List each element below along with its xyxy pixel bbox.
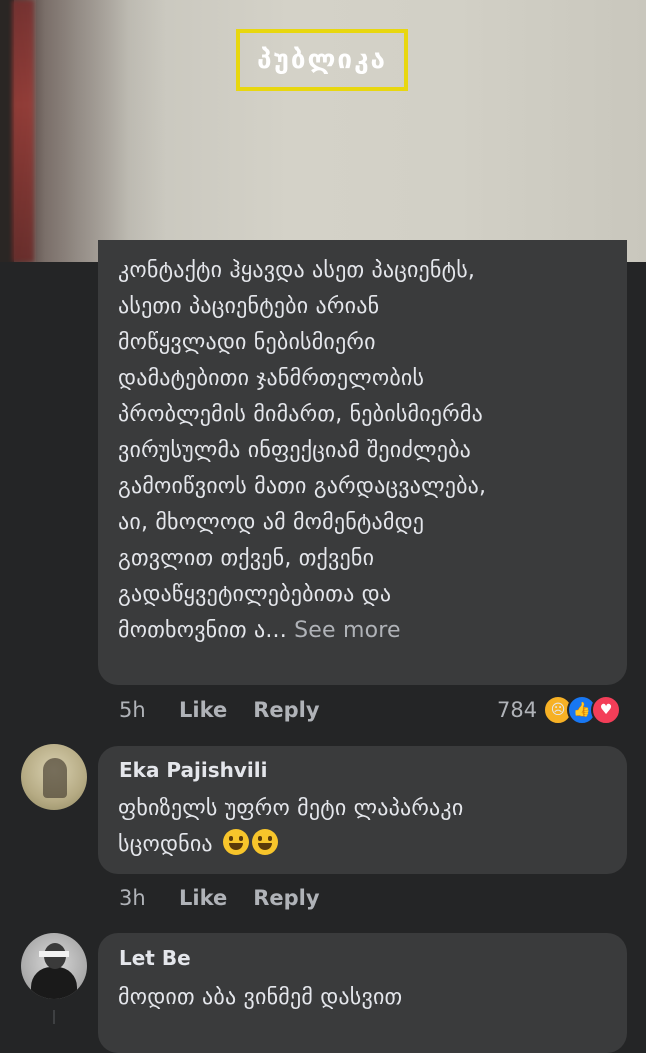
like-button[interactable]: Like (179, 698, 227, 722)
brand-logo-text: პუბლიკა (257, 45, 387, 75)
video-thumbnail[interactable]: პუბლიკა (0, 0, 646, 262)
avatar-suit (31, 967, 77, 999)
grinning-emoji-icon (252, 829, 279, 855)
comment-body: ფხიზელს უფრო მეტი ლაპარაკი სცოდნია (118, 796, 464, 857)
thread-line (53, 1010, 55, 1024)
comment-text: მოდით აბა ვინმემ დასვით (118, 980, 598, 1016)
comment-time: 5h (119, 698, 146, 722)
comment-actions: 3h Like Reply (119, 886, 346, 910)
comment-author[interactable]: Eka Pajishvili (119, 758, 268, 782)
comment-text: ფხიზელს უფრო მეტი ლაპარაკი სცოდნია (118, 791, 598, 863)
see-more-link[interactable]: See more (294, 618, 401, 643)
grinning-emoji-icon (223, 829, 250, 855)
comment-actions: 5h Like Reply (119, 698, 346, 722)
video-shade (36, 0, 166, 262)
reply-button[interactable]: Reply (253, 698, 319, 722)
avatar[interactable] (21, 933, 87, 999)
brand-logo-box: პუბლიკა (236, 29, 408, 91)
reaction-summary[interactable]: 784 ☹ 👍 ♥ (497, 695, 622, 725)
love-icon: ♥ (591, 695, 622, 725)
like-button[interactable]: Like (179, 886, 227, 910)
comment-author[interactable]: Let Be (119, 946, 191, 970)
comment-body: მოდით აბა ვინმემ დასვით (118, 985, 403, 1010)
reply-button[interactable]: Reply (253, 886, 319, 910)
avatar-bar (39, 951, 69, 957)
comment-text: კონტაქტი ჰყავდა ასეთ პაციენტს, ასეთი პაც… (118, 253, 618, 649)
reaction-count: 784 (497, 698, 538, 722)
comment-body: კონტაქტი ჰყავდა ასეთ პაციენტს, ასეთი პაც… (118, 258, 487, 643)
avatar-figure (43, 758, 67, 798)
comment-time: 3h (119, 886, 146, 910)
avatar[interactable] (21, 744, 87, 810)
video-red-strip (12, 0, 34, 262)
